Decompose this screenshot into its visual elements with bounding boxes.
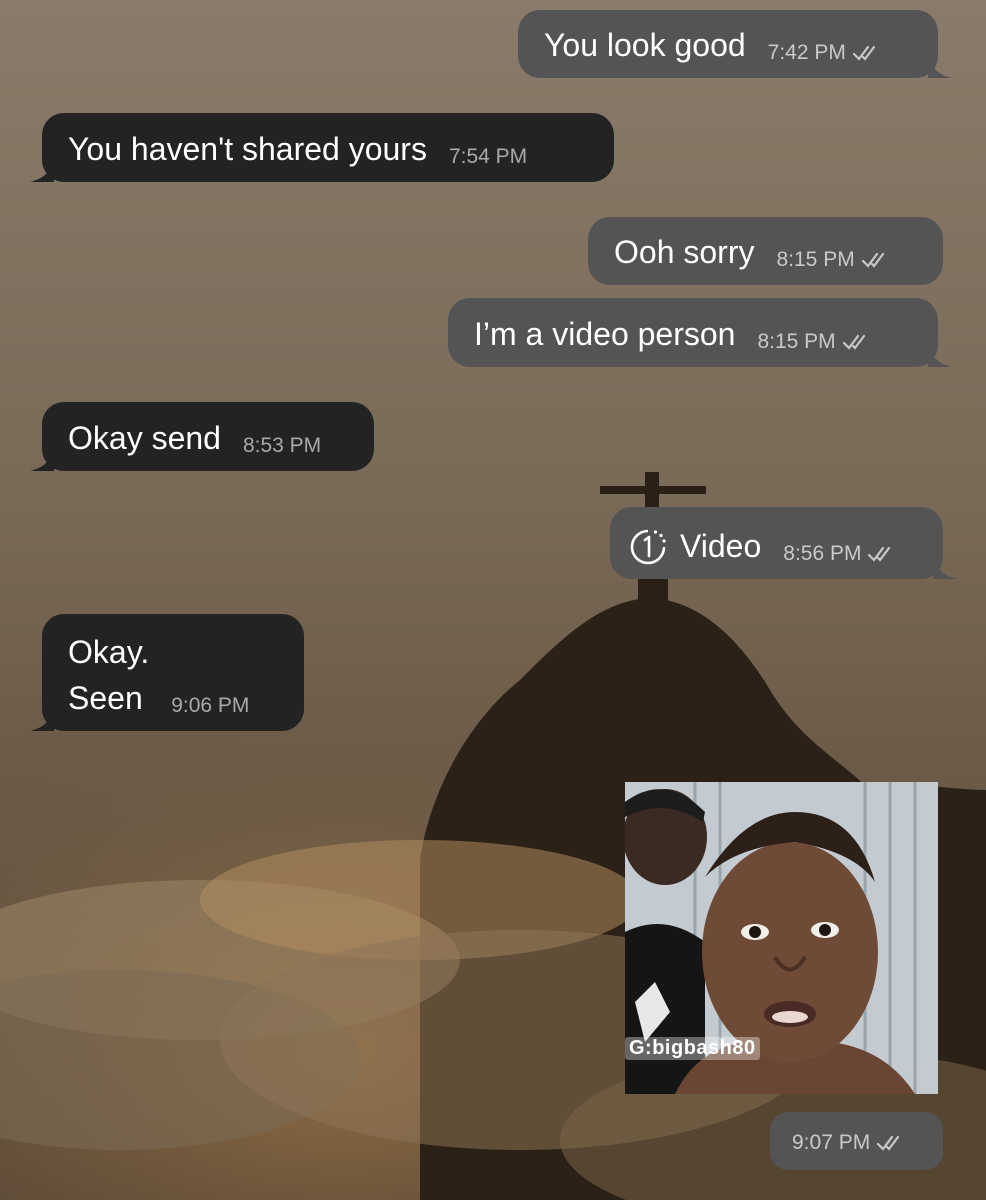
message-meta: 8:15 PM: [757, 330, 871, 354]
message-time: 8:56 PM: [783, 542, 862, 565]
message-time: 7:42 PM: [767, 41, 846, 64]
message-text: You look good: [544, 27, 746, 63]
message-bubble-outgoing[interactable]: Ooh sorry 8:15 PM: [588, 217, 943, 285]
bubble-tail: [928, 52, 952, 78]
message-text: Okay send: [68, 420, 221, 456]
view-once-icon: [630, 529, 666, 565]
message-meta: 7:42 PM: [768, 41, 882, 65]
double-check-icon: [868, 546, 891, 562]
message-text: I’m a video person: [474, 316, 736, 352]
message-meta: 8:53 PM: [243, 434, 321, 458]
message-time: 8:15 PM: [776, 248, 855, 271]
video-thumbnail[interactable]: G:bigbash80: [625, 782, 938, 1094]
double-check-icon: [861, 252, 884, 268]
double-check-icon: [842, 334, 865, 350]
message-time: 7:54 PM: [448, 145, 528, 168]
message-time: 8:15 PM: [757, 330, 836, 353]
message-time: 8:53 PM: [242, 434, 322, 457]
message-bubble-incoming[interactable]: Okay send 8:53 PM: [30, 402, 374, 471]
message-time: 9:07 PM: [792, 1131, 871, 1154]
message-meta: 8:15 PM: [776, 248, 890, 272]
message-meta: 7:54 PM: [449, 145, 527, 169]
message-time: 9:06 PM: [171, 694, 250, 717]
view-once-video-message[interactable]: Video 8:56 PM: [610, 507, 957, 579]
bubble-tail: [30, 705, 54, 731]
bubble-tail: [30, 445, 54, 471]
message-text: Okay. Seen: [68, 634, 150, 716]
message-bubble-outgoing[interactable]: I’m a video person 8:15 PM: [448, 298, 952, 367]
message-text: Video: [680, 528, 762, 564]
message-meta: 8:56 PM: [783, 542, 897, 566]
message-bubble-outgoing[interactable]: You look good 7:42 PM: [518, 10, 952, 78]
message-meta: 9:06 PM: [171, 694, 249, 718]
message-bubble-incoming[interactable]: You haven't shared yours 7:54 PM: [30, 113, 614, 182]
double-check-icon: [852, 45, 875, 61]
message-text: You haven't shared yours: [68, 131, 427, 167]
bubble-tail: [933, 553, 957, 579]
message-meta: 9:07 PM: [792, 1131, 906, 1155]
message-time-bubble: 9:07 PM: [770, 1112, 943, 1170]
message-text: Ooh sorry: [614, 234, 755, 270]
bubble-tail: [30, 156, 54, 182]
message-bubble-incoming[interactable]: Okay. Seen 9:06 PM: [30, 614, 304, 731]
bubble-tail: [928, 341, 952, 367]
video-watermark: G:bigbash80: [625, 1037, 760, 1060]
double-check-icon: [877, 1135, 900, 1151]
